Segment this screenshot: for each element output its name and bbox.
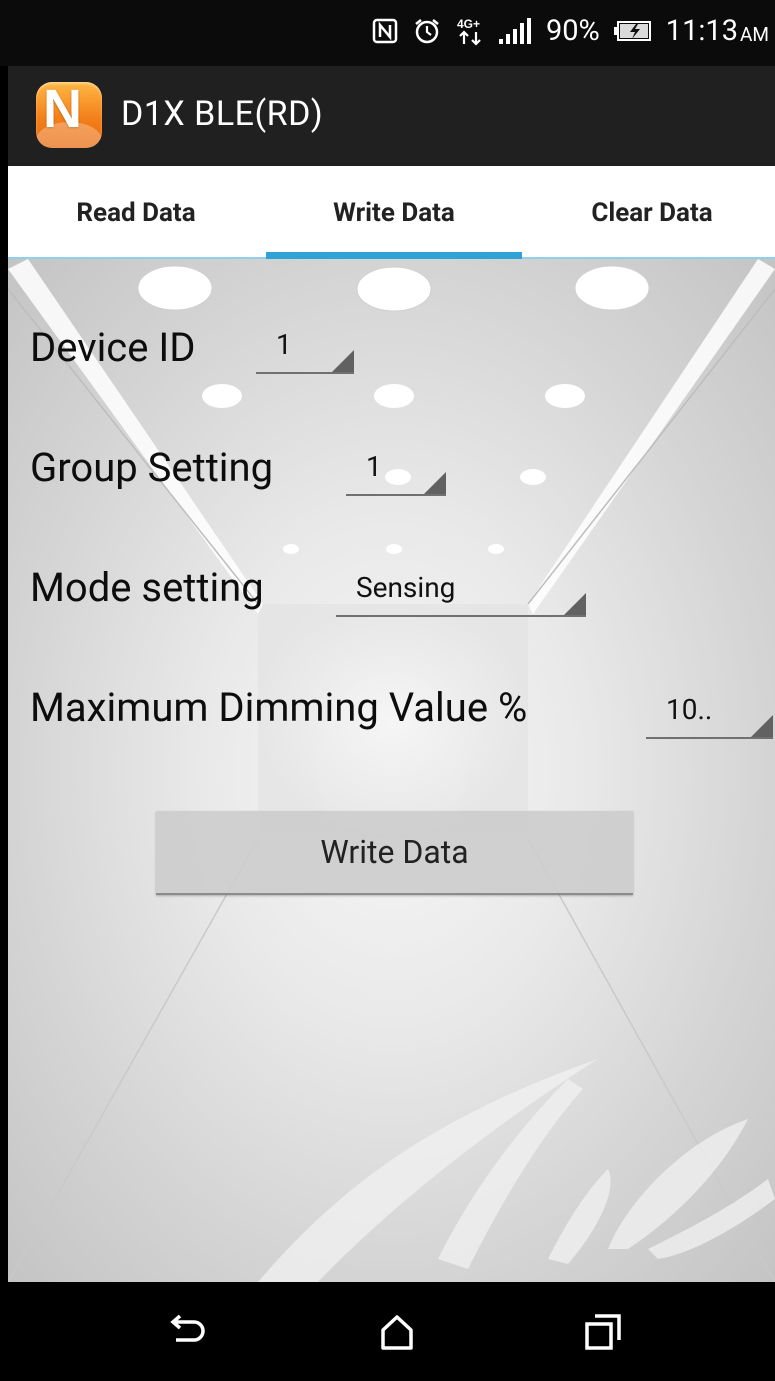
4g-data-icon: 4G+ bbox=[456, 16, 484, 46]
group-setting-label: Group Setting bbox=[30, 444, 274, 491]
alarm-icon bbox=[412, 16, 442, 46]
app-title: D1X BLE(RD) bbox=[121, 94, 324, 134]
status-bar: 4G+ 90% 11:13 AM bbox=[0, 0, 775, 66]
dropdown-arrow-icon bbox=[564, 593, 586, 615]
back-icon[interactable] bbox=[163, 1307, 213, 1357]
nfc-icon bbox=[372, 18, 398, 44]
status-icons: 4G+ 90% 11:13 AM bbox=[372, 14, 769, 48]
clock-ampm: AM bbox=[740, 22, 769, 46]
dropdown-arrow-icon bbox=[751, 715, 773, 737]
nido-watermark bbox=[258, 1059, 775, 1282]
max-dimming-value: 10.. bbox=[666, 693, 713, 726]
app-logo: N bbox=[36, 82, 102, 148]
group-setting-spinner[interactable]: 1 bbox=[346, 444, 446, 496]
write-data-panel: Device ID 1 Group Setting 1 Mode setting… bbox=[8, 259, 775, 1282]
device-id-spinner[interactable]: 1 bbox=[256, 322, 354, 374]
system-nav-bar bbox=[0, 1282, 775, 1381]
dropdown-arrow-icon bbox=[332, 350, 354, 372]
mode-setting-value: Sensing bbox=[356, 571, 456, 604]
home-icon[interactable] bbox=[372, 1307, 422, 1357]
corridor-background bbox=[8, 259, 775, 1282]
battery-percent: 90% bbox=[545, 14, 600, 48]
mode-setting-spinner[interactable]: Sensing bbox=[336, 565, 586, 617]
tab-clear-data[interactable]: Clear Data bbox=[524, 166, 775, 259]
tab-write-data[interactable]: Write Data bbox=[266, 166, 522, 259]
group-setting-value: 1 bbox=[366, 450, 382, 483]
write-data-button[interactable]: Write Data bbox=[156, 811, 633, 895]
signal-icon bbox=[498, 17, 532, 45]
max-dimming-spinner[interactable]: 10.. bbox=[646, 687, 773, 739]
dropdown-arrow-icon bbox=[424, 472, 446, 494]
svg-text:4G+: 4G+ bbox=[457, 17, 480, 31]
tab-read-data[interactable]: Read Data bbox=[8, 166, 264, 259]
max-dimming-label: Maximum Dimming Value % bbox=[30, 684, 528, 731]
battery-charging-icon bbox=[613, 20, 652, 42]
logo-letter: N bbox=[43, 82, 82, 139]
app-bar: N D1X BLE(RD) bbox=[8, 66, 775, 166]
recents-icon[interactable] bbox=[578, 1307, 628, 1357]
tab-bar: Read Data Write Data Clear Data bbox=[8, 166, 775, 259]
device-id-value: 1 bbox=[276, 328, 292, 361]
mode-setting-label: Mode setting bbox=[30, 564, 264, 611]
device-id-label: Device ID bbox=[30, 324, 196, 371]
clock: 11:13 bbox=[665, 14, 739, 48]
